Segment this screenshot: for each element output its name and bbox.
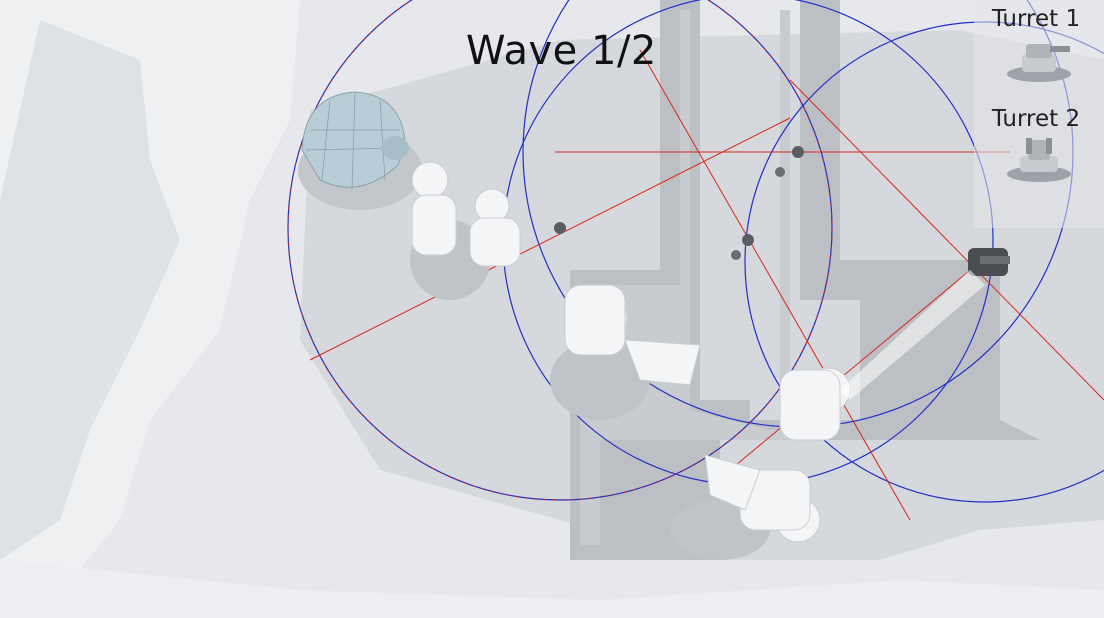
game-scene[interactable] [0, 0, 1104, 618]
shop-item-label: Turret 1 [991, 6, 1081, 32]
shop-item-turret-1[interactable]: Turret 1 [974, 0, 1104, 96]
shop-item-label: Turret 2 [991, 106, 1081, 132]
dropped-object [775, 167, 785, 177]
turret-icon [1007, 138, 1071, 182]
enemy-body [411, 194, 457, 256]
enemy-unit [779, 367, 851, 441]
igloo-entrance [381, 136, 409, 160]
enemy-head [411, 161, 449, 199]
turret-icon[interactable] [554, 222, 566, 234]
enemy-body [564, 284, 626, 356]
turret-barrel [980, 256, 1010, 264]
enemy-body [469, 217, 521, 267]
dropped-object [731, 250, 741, 260]
enemy-body [779, 369, 841, 441]
turret-icon[interactable] [968, 248, 1010, 276]
wave-counter: Wave 1/2 [466, 28, 657, 74]
turret-shop-panel: Turret 1 Turret 2 [974, 0, 1104, 228]
turret-icon[interactable] [792, 146, 804, 158]
turret-icon [1007, 44, 1071, 82]
shop-item-turret-2[interactable]: Turret 2 [974, 100, 1104, 196]
turret-icon[interactable] [742, 234, 754, 246]
